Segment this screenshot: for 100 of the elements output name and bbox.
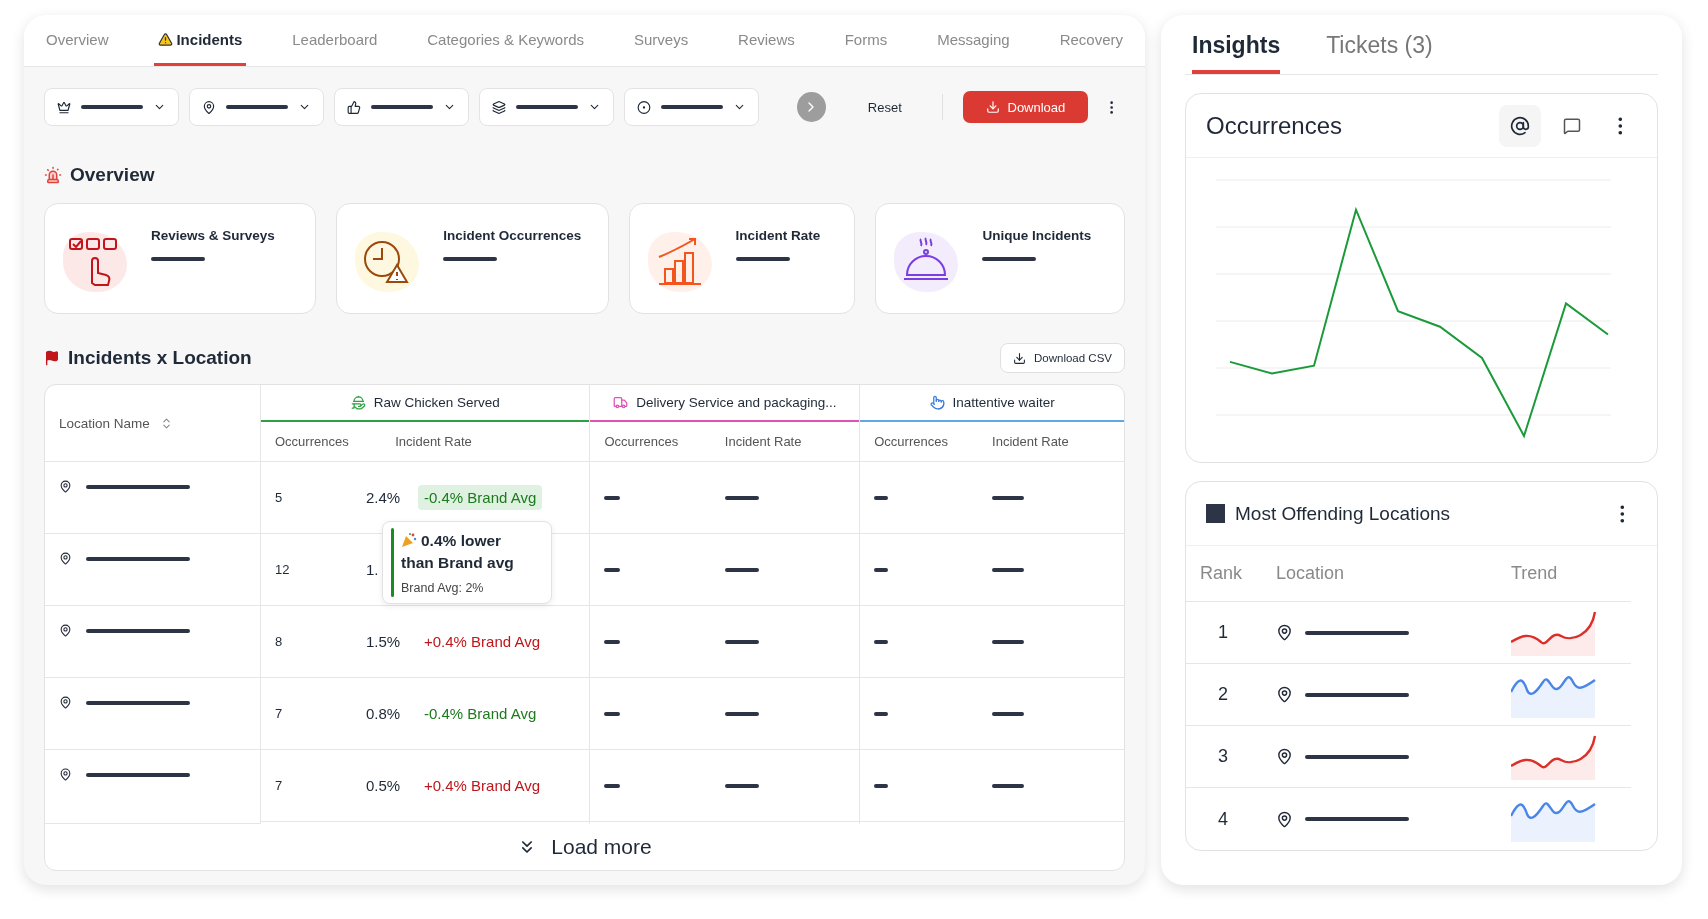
redacted-value-bar xyxy=(874,639,889,644)
redacted-value-bar xyxy=(370,105,433,109)
redacted-value-bar xyxy=(874,711,889,716)
redacted-value-bar xyxy=(604,567,621,572)
incident-rate-value: 0.8% xyxy=(366,705,401,722)
column-header: Trend xyxy=(1511,563,1558,584)
redacted-value-bar xyxy=(982,257,1037,261)
rank-value: 3 xyxy=(1218,746,1228,767)
incident-rate-value: 1. xyxy=(366,561,379,578)
nav-tab[interactable]: Reviews xyxy=(734,15,799,66)
nav-tab[interactable]: Messaging xyxy=(933,15,1014,66)
rank-value: 2 xyxy=(1218,684,1228,705)
nav-tab[interactable]: Recovery xyxy=(1055,15,1127,66)
redacted-value-bar xyxy=(80,105,143,109)
redacted-value-bar xyxy=(992,639,1025,644)
redacted-value-bar xyxy=(992,567,1025,572)
kebab-icon xyxy=(1109,100,1114,114)
column-header: Incident Rate xyxy=(395,434,473,449)
redacted-value-bar xyxy=(724,567,759,572)
filter-dropdown[interactable] xyxy=(624,88,759,126)
warning-icon xyxy=(158,31,174,47)
filter-dropdown[interactable] xyxy=(479,88,614,126)
redacted-value-bar xyxy=(724,639,759,644)
filter-dropdown[interactable] xyxy=(189,88,324,126)
redacted-value-bar xyxy=(151,257,205,261)
nav-tab[interactable]: Leaderboard xyxy=(288,15,382,66)
incident-rate-value: 2.4% xyxy=(366,489,401,506)
redacted-value-bar xyxy=(604,639,621,644)
chat-bubble-icon xyxy=(1563,116,1581,135)
reset-button[interactable]: Reset xyxy=(859,95,910,119)
column-header: Incident Rate xyxy=(992,434,1070,449)
section-title: Overview xyxy=(70,164,155,186)
redacted-value-bar xyxy=(874,567,889,572)
card-title: Occurrences xyxy=(1206,111,1344,140)
download-csv-button[interactable]: Download CSV xyxy=(1000,343,1125,373)
thumbs-up-icon xyxy=(347,99,361,115)
download-button[interactable]: Download xyxy=(962,91,1089,123)
nav-tab[interactable]: Surveys xyxy=(629,15,693,66)
column-header: Occurrences xyxy=(874,434,949,449)
redacted-value-bar xyxy=(724,711,759,716)
redacted-value-bar xyxy=(992,711,1025,716)
download-icon xyxy=(985,100,1000,114)
map-pin-icon xyxy=(59,696,72,709)
brand-avg-delta: +0.4% Brand Avg xyxy=(423,632,542,652)
redacted-value-bar xyxy=(874,783,889,788)
redacted-value-bar xyxy=(874,495,889,500)
brand-avg-delta: -0.4% Brand Avg xyxy=(423,704,538,724)
nav-tab[interactable]: Forms xyxy=(840,15,892,66)
layers-icon xyxy=(492,99,506,115)
stat-label: Reviews & Surveys xyxy=(151,228,275,243)
column-header: Location xyxy=(1276,563,1345,584)
incident-rate-value: 0.5% xyxy=(366,777,401,794)
filter-dropdown[interactable] xyxy=(334,88,469,126)
group-title: Raw Chicken Served xyxy=(373,395,500,410)
redacted-value-bar xyxy=(724,783,759,788)
kebab-icon xyxy=(1619,504,1625,523)
map-pin-icon xyxy=(1276,748,1293,765)
hand-icon xyxy=(929,395,945,410)
stat-label: Incident Occurrences xyxy=(443,228,582,243)
occurrences-value: 12 xyxy=(275,562,291,577)
siren-icon xyxy=(44,166,62,184)
download-icon xyxy=(1013,351,1026,365)
occurrences-value: 7 xyxy=(275,706,284,721)
redacted-value-bar xyxy=(724,495,759,500)
nav-tab[interactable]: Overview xyxy=(42,15,113,66)
column-header: Location Name xyxy=(59,415,150,431)
column-header: Occurrences xyxy=(275,434,350,449)
group-title: Inattentive waiter xyxy=(952,395,1055,410)
stat-label: Unique Incidents xyxy=(982,228,1092,243)
map-pin-icon xyxy=(59,552,72,565)
redacted-value-bar xyxy=(992,495,1025,500)
rank-value: 4 xyxy=(1218,808,1228,830)
party-popper-icon xyxy=(401,532,417,548)
section-title: Incidents x Location xyxy=(68,347,252,369)
nav-tab[interactable]: Incidents xyxy=(154,15,247,66)
kebab-icon xyxy=(1617,116,1623,135)
map-pin-icon xyxy=(202,99,216,115)
brand-avg-delta: +0.4% Brand Avg xyxy=(423,776,542,796)
load-more-button[interactable]: Load more xyxy=(45,824,1124,870)
stat-label: Incident Rate xyxy=(735,228,821,243)
map-pin-icon xyxy=(59,768,72,781)
panel-tab[interactable]: Insights xyxy=(1192,15,1281,74)
redacted-value-bar xyxy=(604,711,621,716)
filter-dropdown[interactable] xyxy=(44,88,179,126)
platter-icon xyxy=(350,395,366,410)
brand-avg-delta: -0.4% Brand Avg xyxy=(418,485,543,510)
flag-icon xyxy=(44,350,60,366)
map-pin-icon xyxy=(59,624,72,637)
panel-tab[interactable]: Tickets (3) xyxy=(1326,15,1433,74)
mention-button[interactable] xyxy=(1499,104,1541,147)
group-title: Delivery Service and packaging... xyxy=(636,395,837,410)
tooltip-detail: Brand Avg: 2% xyxy=(401,580,485,595)
crown-icon xyxy=(57,99,71,115)
at-sign-icon xyxy=(1510,115,1530,136)
tooltip-title: 0.4% lower than Brand avg xyxy=(401,531,515,574)
nav-tab[interactable]: Categories & Keywords xyxy=(423,15,588,66)
card-title: Most Offending Locations xyxy=(1235,502,1452,525)
map-pin-icon xyxy=(1276,686,1293,703)
map-pin-icon xyxy=(1276,624,1293,641)
rank-value: 1 xyxy=(1218,622,1228,643)
